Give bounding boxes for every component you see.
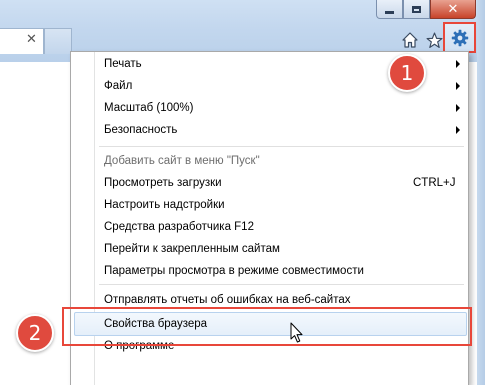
menu-item-view-downloads[interactable]: Просмотреть загрузки [104,172,222,194]
browser-tab[interactable]: ✕ [0,28,44,54]
step-badge-1: 1 [388,54,426,92]
maximize-icon [412,5,421,13]
maximize-button[interactable] [403,0,430,19]
menu-item-compatibility-view[interactable]: Параметры просмотра в режиме совместимос… [104,260,364,282]
menu-item-developer-tools[interactable]: Средства разработчика F12 [104,216,254,238]
window-controls: ✕ [376,0,476,20]
menu-item-file[interactable]: Файл [104,75,132,97]
menu-item-pinned-sites[interactable]: Перейти к закрепленным сайтам [104,238,280,260]
shortcut-label: CTRL+J [413,177,456,189]
close-icon: ✕ [447,1,459,17]
home-icon[interactable] [401,31,419,49]
menu-item-print[interactable]: Печать [104,53,142,75]
menu-item-zoom[interactable]: Масштаб (100%) [104,97,193,119]
window-right-edge [477,0,485,385]
close-window-button[interactable]: ✕ [430,0,476,19]
menu-separator [99,284,464,285]
tab-close-icon[interactable]: ✕ [26,32,37,47]
internet-options-highlight-box [62,307,472,346]
star-icon[interactable] [425,31,443,49]
chevron-right-icon [456,104,460,112]
gear-icon[interactable] [451,29,469,47]
chevron-right-icon [456,60,460,68]
new-tab-button[interactable] [44,28,72,54]
chevron-right-icon [456,126,460,134]
menu-item-safety[interactable]: Безопасность [104,119,177,141]
menu-separator [99,146,464,147]
mouse-cursor-icon [290,322,304,344]
step-badge-2: 2 [16,314,54,352]
chevron-right-icon [456,82,460,90]
minimize-icon [385,10,394,14]
menu-item-add-to-start: Добавить сайт в меню "Пуск" [104,155,260,167]
menu-item-manage-addons[interactable]: Настроить надстройки [104,194,225,216]
minimize-button[interactable] [376,0,403,19]
